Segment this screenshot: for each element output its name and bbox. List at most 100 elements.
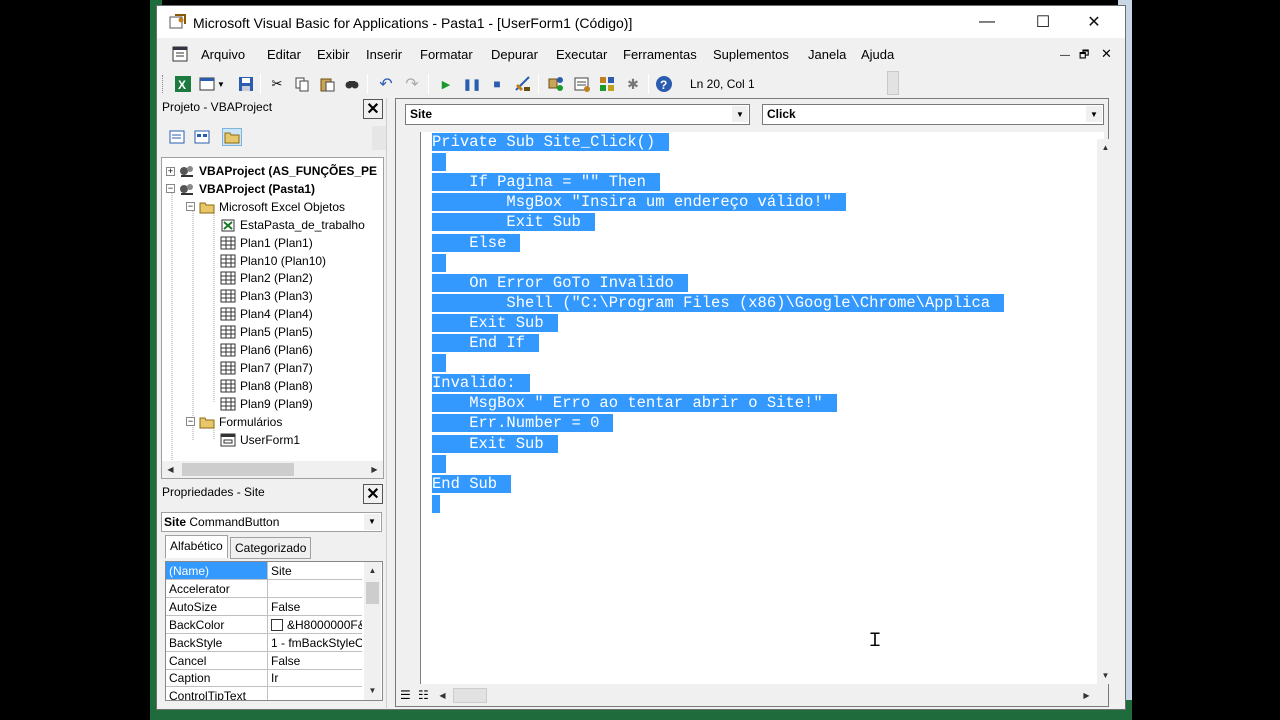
tree-item[interactable]: Plan4 (Plan4): [220, 305, 313, 323]
tree-item[interactable]: − VBAProject (Pasta1): [166, 180, 315, 198]
close-window-button[interactable]: ✕: [1071, 6, 1117, 38]
tree-item[interactable]: Plan3 (Plan3): [220, 287, 313, 305]
code-line[interactable]: Private Sub Site_Click(): [432, 132, 670, 152]
mdi-restore-button[interactable]: 🗗: [1079, 46, 1089, 65]
code-line[interactable]: On Error GoTo Invalido: [432, 273, 688, 293]
menu-ajuda[interactable]: Ajuda: [861, 47, 894, 62]
pane-splitter[interactable]: [386, 98, 394, 708]
maximize-button[interactable]: ☐: [1020, 6, 1066, 38]
code-line[interactable]: [432, 353, 446, 373]
find-icon[interactable]: [343, 75, 361, 93]
property-value[interactable]: False: [268, 598, 362, 616]
object-browser-icon[interactable]: [598, 75, 616, 93]
redo-icon[interactable]: ↷: [403, 75, 421, 93]
code-line[interactable]: Err.Number = 0: [432, 413, 614, 433]
code-line[interactable]: MsgBox "Insira um endereço válido!": [432, 192, 846, 212]
property-row[interactable]: (Name) Site: [166, 562, 362, 580]
tree-item[interactable]: Plan7 (Plan7): [220, 359, 313, 377]
tree-item[interactable]: Plan6 (Plan6): [220, 341, 313, 359]
property-row[interactable]: AutoSize False: [166, 597, 362, 616]
code-line[interactable]: [432, 454, 446, 474]
property-row[interactable]: ControlTipText: [166, 687, 362, 700]
toolbar-grip[interactable]: [162, 75, 165, 93]
property-row[interactable]: Caption Ir: [166, 669, 362, 688]
properties-vscroll-thumb[interactable]: [366, 582, 379, 604]
procedure-view-icon[interactable]: ☰: [400, 688, 411, 702]
save-icon[interactable]: [237, 75, 255, 93]
tree-item[interactable]: Plan9 (Plan9): [220, 395, 313, 413]
property-value[interactable]: 1 - fmBackStyleO: [268, 634, 362, 652]
design-mode-icon[interactable]: [514, 75, 532, 93]
object-combo[interactable]: Site ▼: [405, 104, 750, 125]
mdi-close-button[interactable]: ✕: [1101, 46, 1112, 62]
run-icon[interactable]: ▶: [437, 75, 455, 93]
collapse-icon[interactable]: −: [166, 184, 175, 194]
code-line[interactable]: [432, 494, 440, 514]
code-line[interactable]: If Pagina = "" Then: [432, 172, 660, 192]
scroll-down-icon[interactable]: ▼: [1097, 667, 1114, 684]
code-line[interactable]: Exit Sub: [432, 434, 558, 454]
scroll-up-icon[interactable]: ▲: [1097, 139, 1114, 156]
collapse-icon[interactable]: −: [186, 202, 195, 212]
tab-alfabetico[interactable]: Alfabético: [165, 535, 228, 558]
scroll-right-icon[interactable]: ▶: [1078, 687, 1095, 704]
project-close-button[interactable]: ✕: [363, 99, 383, 119]
tree-item[interactable]: UserForm1: [220, 431, 300, 449]
mdi-minimize-button[interactable]: —: [1060, 46, 1070, 61]
menu-executar[interactable]: Executar: [556, 47, 607, 62]
copy-icon[interactable]: [293, 75, 311, 93]
tree-item[interactable]: Plan8 (Plan8): [220, 377, 313, 395]
excel-view-icon[interactable]: X: [174, 75, 192, 93]
menu-editar[interactable]: Editar: [267, 47, 301, 62]
code-editor[interactable]: Private Sub Site_Click() If Pagina = "" …: [421, 132, 1104, 684]
minimize-button[interactable]: —: [964, 6, 1010, 38]
scroll-right-icon[interactable]: ▶: [366, 461, 383, 478]
menu-depurar[interactable]: Depurar: [491, 47, 538, 62]
property-value[interactable]: [268, 687, 362, 700]
property-row[interactable]: Cancel False: [166, 651, 362, 670]
menu-suplementos[interactable]: Suplementos: [713, 47, 789, 62]
view-object-icon[interactable]: [192, 128, 212, 146]
code-hscroll-thumb[interactable]: [453, 688, 487, 703]
toggle-folders-icon[interactable]: [222, 128, 242, 146]
chevron-down-icon[interactable]: ▼: [364, 514, 380, 530]
tree-item[interactable]: Plan5 (Plan5): [220, 323, 313, 341]
project-explorer-icon[interactable]: [547, 75, 565, 93]
expand-icon[interactable]: +: [166, 166, 175, 176]
scroll-up-icon[interactable]: ▲: [364, 562, 381, 579]
code-line[interactable]: End Sub: [432, 474, 512, 494]
project-hscroll[interactable]: ◀ ▶: [162, 461, 383, 478]
project-hscroll-thumb[interactable]: [182, 463, 294, 476]
toolbox-icon[interactable]: ✱: [624, 75, 642, 93]
procedure-combo[interactable]: Click ▼: [762, 104, 1104, 125]
insert-dropdown-icon[interactable]: ▼: [216, 75, 226, 93]
code-line[interactable]: Exit Sub: [432, 212, 595, 232]
code-line[interactable]: Invalido:: [432, 373, 530, 393]
help-icon[interactable]: ?: [655, 75, 673, 93]
reset-icon[interactable]: ■: [488, 75, 506, 93]
menu-janela[interactable]: Janela: [808, 47, 846, 62]
view-code-icon[interactable]: [167, 128, 187, 146]
paste-icon[interactable]: [318, 75, 336, 93]
property-value[interactable]: [268, 580, 362, 598]
tree-item[interactable]: Plan10 (Plan10): [220, 252, 326, 270]
property-value[interactable]: False: [268, 652, 362, 670]
tree-item[interactable]: Plan1 (Plan1): [220, 234, 313, 252]
property-value[interactable]: Ir: [268, 669, 362, 688]
menu-inserir[interactable]: Inserir: [366, 47, 402, 62]
tree-item[interactable]: − Microsoft Excel Objetos: [186, 198, 345, 216]
property-row[interactable]: BackColor &H8000000F&: [166, 615, 362, 634]
properties-close-button[interactable]: ✕: [363, 484, 383, 504]
scroll-left-icon[interactable]: ◀: [162, 461, 179, 478]
tree-item[interactable]: − Formulários: [186, 413, 282, 431]
code-line[interactable]: [432, 253, 446, 273]
tree-item[interactable]: EstaPasta_de_trabalho: [220, 216, 365, 234]
property-value[interactable]: Site: [268, 562, 362, 580]
properties-icon[interactable]: [573, 75, 591, 93]
properties-vscroll[interactable]: ▲ ▼: [364, 562, 381, 700]
tree-item[interactable]: Plan2 (Plan2): [220, 269, 313, 287]
scroll-down-icon[interactable]: ▼: [364, 682, 381, 699]
code-vscroll[interactable]: ▲ ▼: [1097, 139, 1114, 684]
code-line[interactable]: Shell ("C:\Program Files (x86)\Google\Ch…: [432, 293, 1005, 313]
full-module-view-icon[interactable]: ☷: [418, 688, 429, 702]
